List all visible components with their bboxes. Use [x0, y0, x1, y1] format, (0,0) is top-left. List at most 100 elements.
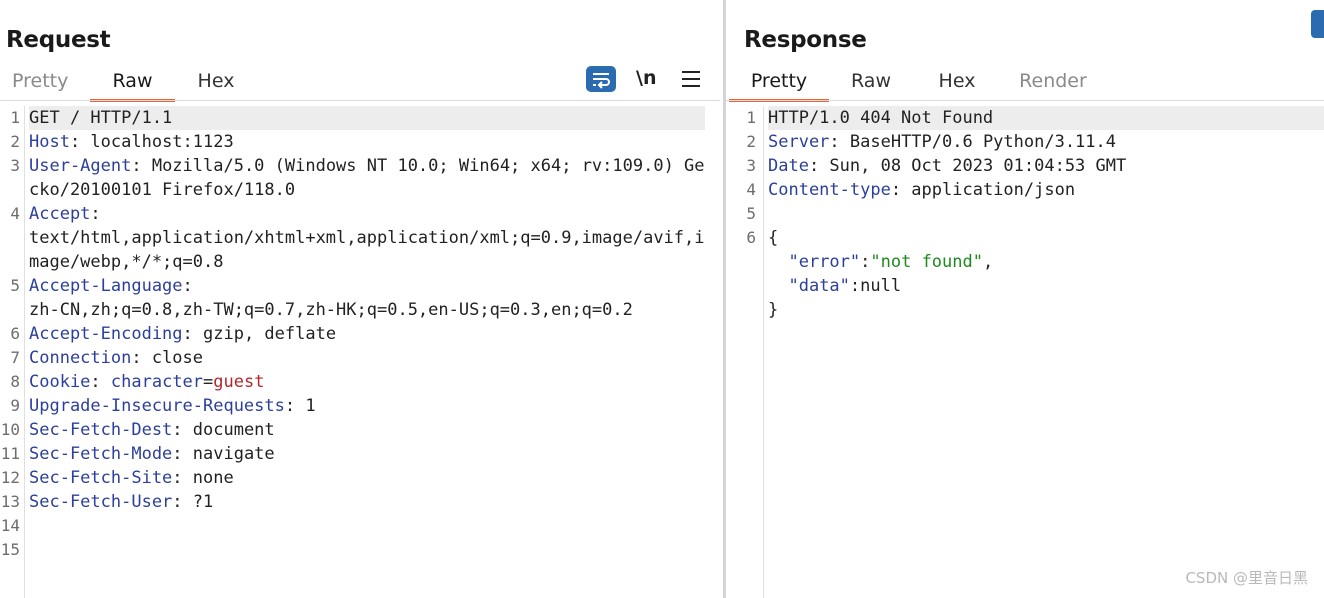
response-tab-render[interactable]: Render [1018, 68, 1088, 99]
code-line[interactable]: 1 GET / HTTP/1.1 [0, 106, 723, 130]
line-content: Host: localhost:1123 [29, 130, 705, 154]
response-editor[interactable]: 1 HTTP/1.0 404 Not Found 2 Server: BaseHTTP… [726, 106, 1324, 598]
header-name: Upgrade-Insecure-Requests [29, 396, 285, 416]
header-name: User-Agent [29, 156, 132, 176]
line-number: 5 [746, 204, 756, 223]
line-number: 4 [746, 180, 756, 199]
code-line[interactable]: 8 Cookie: character=guest [0, 370, 723, 394]
code-line[interactable]: 13 Sec-Fetch-User: ?1 [0, 490, 723, 514]
code-token: character [110, 372, 204, 392]
header-name: Cookie [29, 372, 91, 392]
line-number: 7 [10, 348, 20, 367]
code-token: : document [172, 420, 275, 440]
code-token: HTTP/1.0 404 Not Found [768, 108, 994, 128]
code-line[interactable]: 3 Date: Sun, 08 Oct 2023 01:04:53 GMT [726, 154, 1324, 178]
hamburger-menu-icon[interactable] [682, 71, 700, 87]
line-content: HTTP/1.0 404 Not Found [768, 106, 1324, 130]
header-name: Sec-Fetch-Dest [29, 420, 173, 440]
code-token: : text/html,application/xhtml+xml,applic… [29, 204, 705, 272]
line-content: Sec-Fetch-Site: none [29, 466, 705, 490]
line-content: Sec-Fetch-User: ?1 [29, 490, 705, 514]
line-number: 3 [746, 156, 756, 175]
line-number: 3 [10, 156, 20, 175]
code-line[interactable]: 2 Host: localhost:1123 [0, 130, 723, 154]
line-number: 9 [10, 396, 20, 415]
code-token: : localhost:1123 [69, 132, 234, 152]
response-tab-underline [726, 100, 1324, 101]
request-editor[interactable]: 1 GET / HTTP/1.1 2 Host: localhost:1123 3 Use… [0, 106, 723, 598]
line-content: { "error":"not found", "data":null } [768, 226, 1324, 322]
code-token: : BaseHTTP/0.6 Python/3.11.4 [829, 132, 1116, 152]
header-name: Date [768, 156, 809, 176]
request-tab-underline [0, 100, 720, 101]
code-line[interactable]: 4 Content-type: application/json [726, 178, 1324, 202]
panel-toggle-button[interactable] [1311, 10, 1324, 38]
response-tab-raw[interactable]: Raw [850, 68, 892, 99]
code-line[interactable]: 11 Sec-Fetch-Mode: navigate [0, 442, 723, 466]
newline-toggle-button[interactable]: \n [636, 67, 656, 89]
code-token: : close [131, 348, 204, 368]
code-line[interactable]: 6 Accept-Encoding: gzip, deflate [0, 322, 723, 346]
line-number: 5 [10, 276, 20, 295]
code-line[interactable]: 6 { "error":"not found", "data":null } [726, 226, 1324, 322]
response-title: Response [744, 27, 867, 53]
code-token: : ?1 [172, 492, 214, 512]
code-line[interactable]: 10 Sec-Fetch-Dest: document [0, 418, 723, 442]
line-number: 6 [746, 228, 756, 247]
code-line[interactable]: 15 [0, 538, 723, 562]
code-line[interactable]: 5 [726, 202, 1324, 226]
code-line[interactable]: 3 User-Agent: Mozilla/5.0 (Windows NT 10.… [0, 154, 723, 202]
watermark: CSDN @里音日黑 [1185, 569, 1308, 587]
code-token: GET / HTTP/1.1 [29, 108, 173, 128]
code-token: : none [172, 468, 234, 488]
request-tab-raw[interactable]: Raw [90, 68, 175, 102]
header-name: Content-type [768, 180, 891, 200]
line-number: 2 [746, 132, 756, 151]
line-content: Date: Sun, 08 Oct 2023 01:04:53 GMT [768, 154, 1324, 178]
header-name: Accept-Encoding [29, 324, 183, 344]
line-content: Accept-Language: zh-CN,zh;q=0.8,zh-TW;q=… [29, 274, 705, 322]
code-token: "error" [788, 252, 861, 272]
line-number: 10 [0, 420, 20, 439]
line-number: 15 [0, 540, 20, 559]
header-name: Sec-Fetch-User [29, 492, 173, 512]
code-line[interactable]: 14 [0, 514, 723, 538]
request-tab-pretty[interactable]: Pretty [12, 68, 68, 99]
code-line[interactable]: 4 Accept: text/html,application/xhtml+xml… [0, 202, 723, 274]
line-number: 6 [10, 324, 20, 343]
code-token: : application/json [890, 180, 1076, 200]
code-line[interactable]: 9 Upgrade-Insecure-Requests: 1 [0, 394, 723, 418]
code-token: : navigate [172, 444, 275, 464]
code-line[interactable]: 12 Sec-Fetch-Site: none [0, 466, 723, 490]
request-pane: Request Pretty Raw Hex \n 1 GET / HTTP/1.… [0, 0, 723, 598]
header-name: Connection [29, 348, 132, 368]
request-tab-hex[interactable]: Hex [196, 68, 236, 99]
text-wrap-icon [593, 73, 610, 89]
header-name: Host [29, 132, 70, 152]
line-content: Sec-Fetch-Dest: document [29, 418, 705, 442]
header-name: Accept [29, 204, 91, 224]
code-token: = [203, 372, 214, 392]
code-token: guest [213, 372, 265, 392]
response-tab-pretty[interactable]: Pretty [729, 68, 829, 102]
response-pane: Response Pretty Raw Hex Render 1 HTTP/1.0… [726, 0, 1324, 598]
line-content: Sec-Fetch-Mode: navigate [29, 442, 705, 466]
code-line[interactable]: 2 Server: BaseHTTP/0.6 Python/3.11.4 [726, 130, 1324, 154]
response-tab-hex[interactable]: Hex [937, 68, 977, 99]
line-content: Accept: text/html,application/xhtml+xml,… [29, 202, 705, 274]
code-line[interactable]: 1 HTTP/1.0 404 Not Found [726, 106, 1324, 130]
code-token: "not found" [870, 252, 983, 272]
code-line[interactable]: 7 Connection: close [0, 346, 723, 370]
request-title: Request [6, 27, 111, 53]
code-line[interactable]: 5 Accept-Language: zh-CN,zh;q=0.8,zh-TW;q… [0, 274, 723, 322]
line-content: Upgrade-Insecure-Requests: 1 [29, 394, 705, 418]
text-wrap-button[interactable] [586, 66, 616, 92]
line-content: Connection: close [29, 346, 705, 370]
line-number: 2 [10, 132, 20, 151]
line-number: 1 [746, 108, 756, 127]
line-number: 1 [10, 108, 20, 127]
header-name: Sec-Fetch-Site [29, 468, 173, 488]
header-name: Sec-Fetch-Mode [29, 444, 173, 464]
code-token: : [860, 252, 871, 272]
line-content: Content-type: application/json [768, 178, 1324, 202]
